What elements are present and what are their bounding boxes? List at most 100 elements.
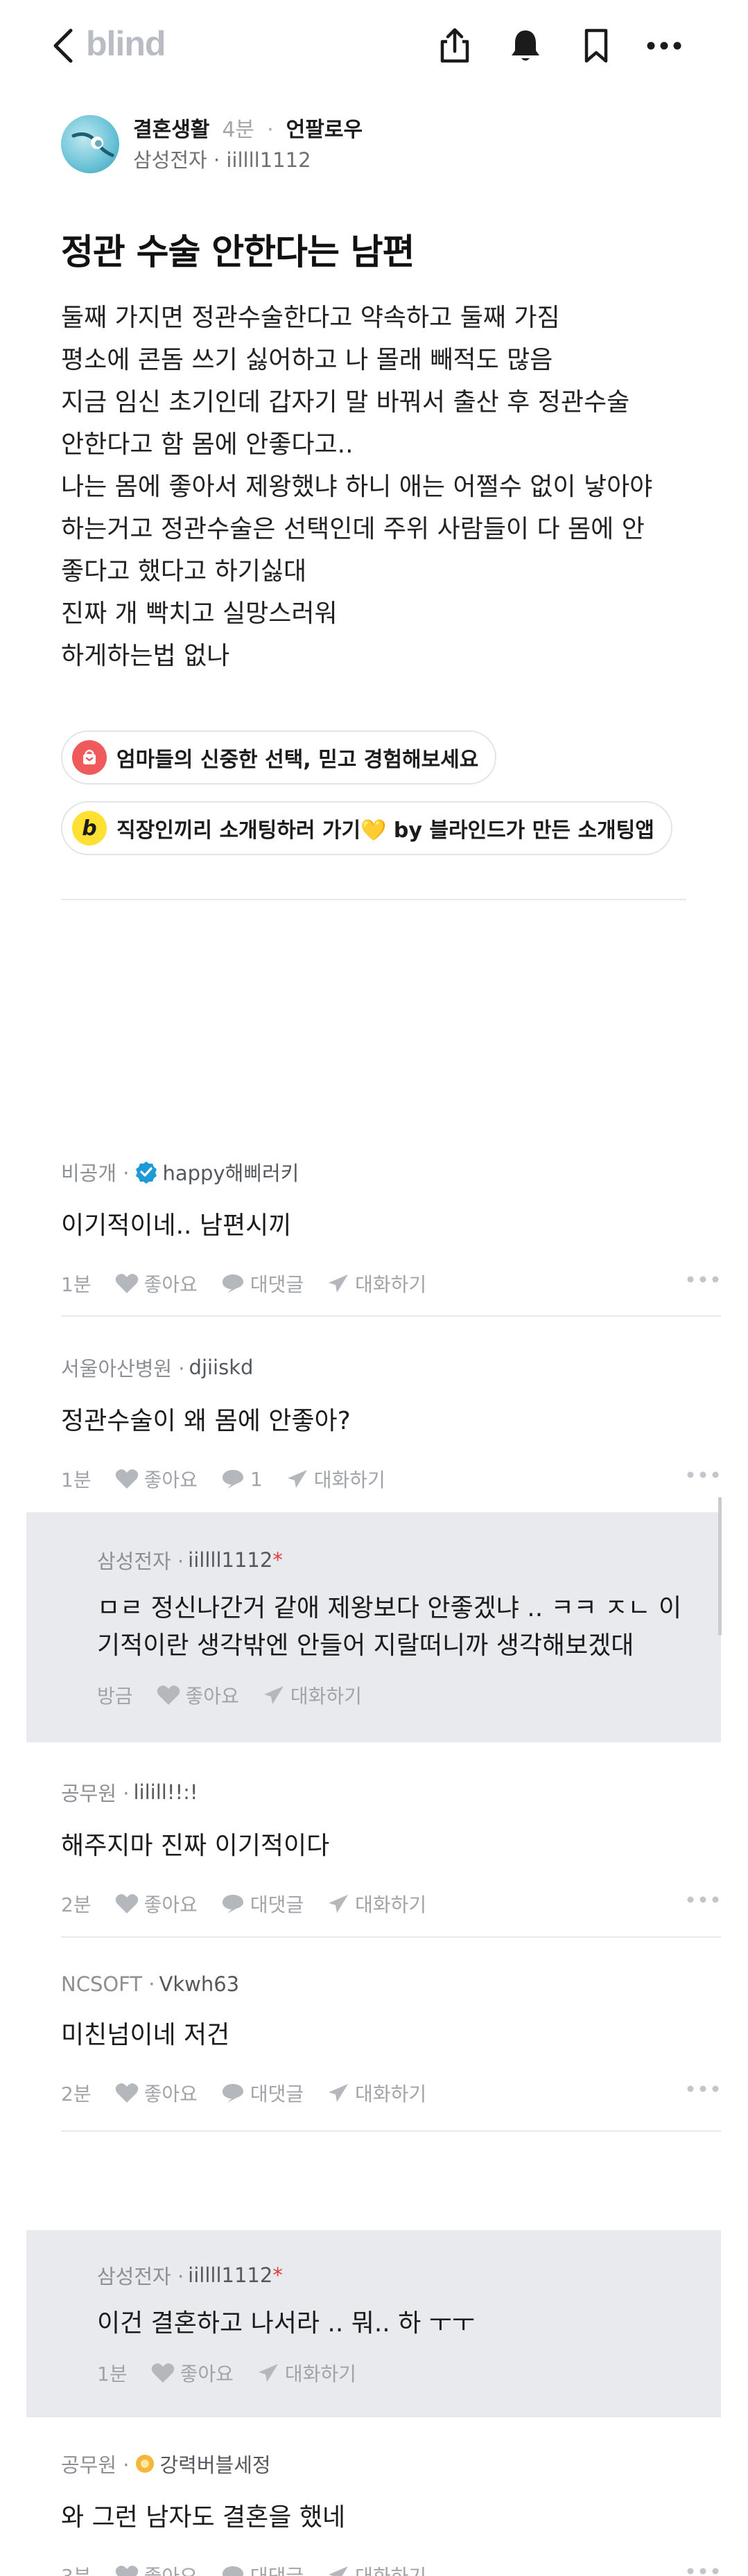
- reply-button[interactable]: 대댓글: [221, 2561, 304, 2576]
- paper-plane-icon: [329, 1895, 349, 1913]
- comment-company: 서울아산병원 ·: [61, 1357, 185, 1381]
- comment-time: 1분: [61, 1273, 92, 1296]
- like-button[interactable]: 좋아요: [115, 2079, 198, 2107]
- comment-company: 공무원 ·: [61, 2453, 130, 2477]
- like-button[interactable]: 좋아요: [115, 1270, 198, 1297]
- blind-logo[interactable]: blind: [86, 24, 166, 64]
- reply-nickname[interactable]: iillll1112: [188, 1548, 272, 1572]
- reply-author: 삼성전자 · iillll1112 *: [97, 1545, 700, 1575]
- comment-item: NCSOFT · Vkwh63 미친넘이네 저건 2분 좋아요 대댓글 대화하기: [61, 1972, 721, 2107]
- board-name[interactable]: 결혼생활: [133, 118, 209, 142]
- reply-button[interactable]: 대댓글: [221, 1270, 304, 1297]
- unfollow-button[interactable]: 언팔로우: [286, 118, 363, 142]
- promo-mom-shopping[interactable]: 엄마들의 신중한 선택, 믿고 경험해보세요: [61, 730, 497, 785]
- bell-icon: [512, 30, 539, 61]
- comment-item: 서울아산병원 · djiiskd 정관수술이 왜 몸에 안좋아? 1분 좋아요 …: [61, 1353, 721, 1493]
- shopping-bag-icon: [72, 740, 107, 775]
- more-icon[interactable]: [685, 2083, 721, 2094]
- comment-nickname[interactable]: Vkwh63: [159, 1972, 240, 1996]
- reply-button[interactable]: 1: [221, 1468, 263, 1491]
- chat-button[interactable]: 대화하기: [327, 2079, 426, 2107]
- more-icon[interactable]: [685, 1274, 721, 1285]
- top-bar: blind: [0, 0, 748, 90]
- reply-actions: 방금 좋아요 대화하기: [97, 1681, 700, 1709]
- reply-text-line: 이건 결혼하고 나서라 .. 뭐.. 하 ㅜㅜ: [97, 2309, 475, 2338]
- comment-author: 공무원 · 강력버블세정: [61, 2449, 721, 2478]
- comment-actions: 2분 좋아요 대댓글 대화하기: [61, 2079, 721, 2107]
- reply-nickname[interactable]: iillll1112: [188, 2263, 272, 2287]
- like-button[interactable]: 좋아요: [151, 2359, 234, 2387]
- speech-bubble-icon: [222, 2084, 243, 2103]
- comment-author: 공무원 · lilill!!:!: [61, 1778, 721, 1807]
- more-icon[interactable]: [685, 1894, 721, 1905]
- promo-blind-dating[interactable]: b 직장인끼리 소개팅하러 가기💛 by 블라인드가 만든 소개팅앱: [61, 801, 672, 855]
- heart-icon: [115, 1274, 138, 1293]
- post-title: 정관 수술 안한다는 남편: [61, 232, 415, 273]
- heart-icon: [115, 2566, 138, 2576]
- comment-author: 서울아산병원 · djiiskd: [61, 1353, 721, 1382]
- comment-author: NCSOFT · Vkwh63: [61, 1972, 721, 1996]
- reply-item: 삼성전자 · iillll1112 * 이건 결혼하고 나서라 .. 뭐.. 하…: [97, 2261, 700, 2387]
- like-button[interactable]: 좋아요: [115, 1890, 198, 1918]
- chat-button[interactable]: 대화하기: [327, 1270, 426, 1297]
- notification-button[interactable]: [505, 25, 546, 67]
- body-line: 하는거고 정관수술은 선택인데 주위 사람들이 다 몸에 안: [61, 515, 645, 543]
- body-line: 좋다고 했다고 하기싫대: [61, 557, 307, 586]
- speech-bubble-icon: [222, 2566, 243, 2576]
- more-options-button[interactable]: [643, 25, 685, 67]
- chat-button[interactable]: 대화하기: [286, 1465, 385, 1493]
- reply-button[interactable]: 대댓글: [221, 2079, 304, 2107]
- chat-button[interactable]: 대화하기: [327, 1890, 426, 1918]
- comment-item: 공무원 · lilill!!:! 해주지마 진짜 이기적이다 2분 좋아요 대댓…: [61, 1778, 721, 1918]
- comment-text: 정관수술이 왜 몸에 안좋아?: [61, 1407, 351, 1435]
- body-line: 둘째 가지면 정관수술한다고 약속하고 둘째 가짐: [61, 304, 560, 332]
- comment-time: 2분: [61, 2083, 92, 2105]
- comment-actions: 3분 좋아요 대댓글 대화하기: [61, 2561, 721, 2576]
- comment-nickname[interactable]: lilill!!:!: [133, 1780, 198, 1804]
- comment-nickname[interactable]: happy해삐러키: [162, 1157, 299, 1186]
- comment-text: 이기적이네.. 남편시끼: [61, 1211, 292, 1240]
- comment-company: NCSOFT ·: [61, 1972, 155, 1996]
- comment-actions: 2분 좋아요 대댓글 대화하기: [61, 1890, 721, 1918]
- share-button[interactable]: [434, 25, 476, 67]
- reply-author: 삼성전자 · iillll1112 *: [97, 2261, 700, 2290]
- more-icon[interactable]: [685, 1469, 721, 1480]
- verified-badge-icon: [136, 1162, 157, 1184]
- bookmark-icon: [584, 28, 608, 63]
- comment-text: 해주지마 진짜 이기적이다: [61, 1832, 330, 1860]
- promo-label: 엄마들의 신중한 선택, 믿고 경험해보세요: [116, 748, 479, 772]
- body-line: 하게하는법 없나: [61, 642, 230, 670]
- comment-company: 공무원 ·: [61, 1782, 130, 1805]
- chat-button[interactable]: 대화하기: [263, 1681, 362, 1709]
- paper-plane-icon: [263, 1686, 284, 1704]
- speech-bubble-icon: [222, 1895, 243, 1913]
- reply-button[interactable]: 대댓글: [221, 1890, 304, 1918]
- board-avatar[interactable]: [61, 115, 119, 173]
- author-mark: *: [272, 2263, 283, 2287]
- scrollbar[interactable]: [718, 1497, 722, 1636]
- comment-nickname[interactable]: djiiskd: [189, 1356, 254, 1379]
- like-button[interactable]: 좋아요: [157, 1681, 239, 1709]
- comment-actions: 1분 좋아요 대댓글 대화하기: [61, 1270, 721, 1297]
- comment-item: 공무원 · 강력버블세정 와 그런 남자도 결혼을 했네 3분 좋아요 대댓글 …: [61, 2449, 721, 2576]
- reply-company: 삼성전자 ·: [97, 2265, 184, 2288]
- comment-actions: 1분 좋아요 1 대화하기: [61, 1465, 721, 1493]
- like-button[interactable]: 좋아요: [115, 1465, 198, 1493]
- comment-time: 2분: [61, 1893, 92, 1916]
- like-button[interactable]: 좋아요: [115, 2561, 198, 2576]
- reply-thread: 삼성전자 · iillll1112 * ㅁㄹ 정신나간거 같애 제왕보다 안좋겠…: [26, 1512, 721, 1742]
- comment-nickname[interactable]: 강력버블세정: [159, 2449, 270, 2478]
- more-icon[interactable]: [685, 2566, 721, 2576]
- avatar-image: [71, 132, 114, 157]
- back-button[interactable]: [50, 26, 78, 65]
- reply-company: 삼성전자 ·: [97, 1550, 184, 1573]
- chat-button[interactable]: 대화하기: [257, 2359, 356, 2387]
- paper-plane-icon: [329, 2084, 349, 2102]
- chat-button[interactable]: 대화하기: [327, 2561, 426, 2576]
- bookmark-button[interactable]: [575, 25, 617, 67]
- share-icon: [440, 28, 469, 63]
- heart-icon: [115, 2083, 138, 2103]
- b-logo-icon: b: [72, 811, 107, 845]
- comment-divider: [61, 1936, 721, 1938]
- post-author: 결혼생활 4분 · 언팔로우 삼성전자 · iillll1112: [61, 112, 685, 175]
